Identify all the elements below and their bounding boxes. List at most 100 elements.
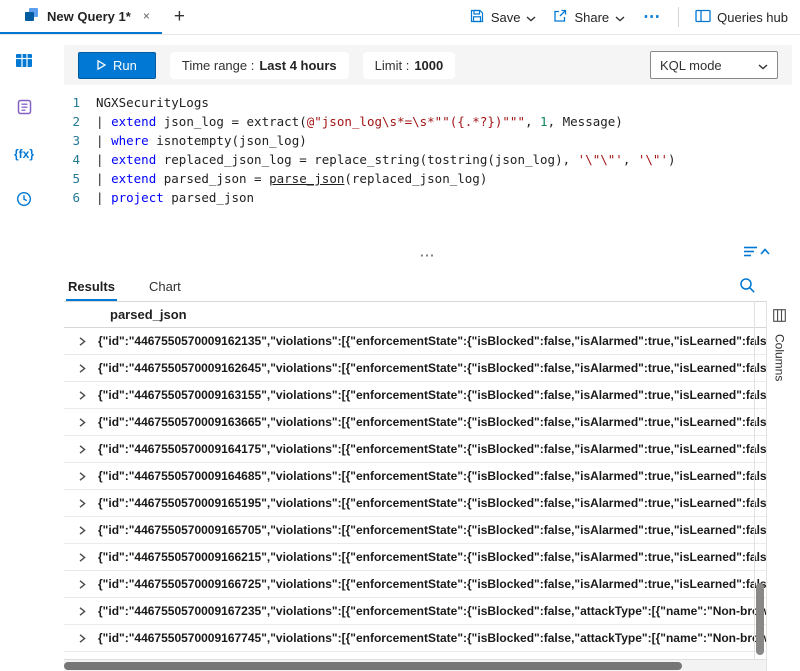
- tab-chart[interactable]: Chart: [147, 273, 183, 301]
- share-button[interactable]: Share: [552, 8, 625, 27]
- queries-hub-label: Queries hub: [717, 10, 788, 25]
- save-icon: [469, 8, 485, 27]
- row-json-text: {"id":"4467550570009166215","violations"…: [98, 550, 766, 564]
- columns-panel-label[interactable]: Columns: [773, 334, 787, 381]
- horizontal-scrollbar[interactable]: [64, 659, 766, 671]
- functions-icon: {fx}: [14, 147, 34, 161]
- code-text: | extend replaced_json_log = replace_str…: [96, 150, 676, 169]
- table-row[interactable]: {"id":"4467550570009165195","violations"…: [64, 490, 766, 517]
- row-json-text: {"id":"4467550570009162645","violations"…: [98, 361, 766, 375]
- expand-row-icon[interactable]: [77, 606, 87, 617]
- table-row[interactable]: {"id":"4467550570009166215","violations"…: [64, 544, 766, 571]
- search-button[interactable]: [739, 277, 756, 301]
- vertical-scrollbar-thumb[interactable]: [756, 583, 764, 655]
- time-range-label: Time range :: [182, 58, 255, 73]
- code-line[interactable]: 6| project parsed_json: [64, 188, 792, 207]
- sidebar-item-queries[interactable]: [10, 97, 38, 119]
- columns-icon: [773, 309, 786, 325]
- sidebar-item-functions[interactable]: {fx}: [10, 143, 38, 165]
- expand-row-icon[interactable]: [77, 363, 87, 374]
- limit-label: Limit :: [375, 58, 410, 73]
- time-range-value: Last 4 hours: [259, 58, 336, 73]
- divider: [678, 7, 679, 27]
- expand-row-icon[interactable]: [77, 498, 87, 509]
- results-tabs: Results Chart: [64, 269, 792, 301]
- splitter-handle[interactable]: ⋯: [420, 251, 437, 261]
- results-body: {"id":"4467550570009162135","violations"…: [64, 328, 766, 659]
- more-button[interactable]: ⋯: [641, 7, 662, 27]
- row-json-text: {"id":"4467550570009164175","violations"…: [98, 442, 766, 456]
- code-line[interactable]: 2| extend json_log = extract(@"json_log\…: [64, 112, 792, 131]
- history-icon: [16, 191, 32, 210]
- line-number: 1: [64, 93, 96, 112]
- column-header-parsed-json[interactable]: parsed_json: [64, 301, 766, 328]
- tables-icon: [15, 53, 33, 71]
- columns-panel-collapsed[interactable]: Columns: [766, 301, 792, 671]
- share-label: Share: [574, 10, 609, 25]
- queries-hub-button[interactable]: Queries hub: [695, 9, 788, 26]
- table-row[interactable]: {"id":"4467550570009162135","violations"…: [64, 328, 766, 355]
- code-line[interactable]: 5| extend parsed_json = parse_json(repla…: [64, 169, 792, 188]
- code-line[interactable]: 3| where isnotempty(json_log): [64, 131, 792, 150]
- table-row[interactable]: {"id":"4467550570009163665","violations"…: [64, 409, 766, 436]
- query-workspace: New Query 1* × + Save Share ⋯: [0, 0, 800, 671]
- queries-hub-icon: [695, 9, 711, 26]
- play-icon: [97, 58, 106, 73]
- table-row[interactable]: {"id":"4467550570009166725","violations"…: [64, 571, 766, 598]
- code-text: NGXSecurityLogs: [96, 93, 209, 112]
- tab-results[interactable]: Results: [66, 273, 117, 301]
- expand-row-icon[interactable]: [77, 525, 87, 536]
- table-row[interactable]: {"id":"4467550570009164175","violations"…: [64, 436, 766, 463]
- row-json-text: {"id":"4467550570009162135","violations"…: [98, 334, 766, 348]
- column-separator: [754, 301, 755, 659]
- tab-title: New Query 1*: [47, 9, 131, 24]
- expand-row-icon[interactable]: [77, 417, 87, 428]
- search-icon: [739, 277, 756, 297]
- results-grid: parsed_json {"id":"4467550570009162135",…: [64, 301, 766, 671]
- sidebar-item-history[interactable]: [10, 189, 38, 211]
- chevron-down-icon: [758, 58, 768, 73]
- save-label: Save: [491, 10, 521, 25]
- expand-row-icon[interactable]: [77, 552, 87, 563]
- line-number: 4: [64, 150, 96, 169]
- row-json-text: {"id":"4467550570009163155","violations"…: [98, 388, 766, 402]
- code-line[interactable]: 4| extend replaced_json_log = replace_st…: [64, 150, 792, 169]
- table-row[interactable]: {"id":"4467550570009162645","violations"…: [64, 355, 766, 382]
- queries-icon: [17, 99, 32, 118]
- main-pane: Run Time range : Last 4 hours Limit : 10…: [48, 35, 800, 671]
- query-tab[interactable]: New Query 1* ×: [0, 0, 162, 34]
- code-text: | project parsed_json: [96, 188, 254, 207]
- line-number: 6: [64, 188, 96, 207]
- limit-value: 1000: [414, 58, 443, 73]
- table-row[interactable]: {"id":"4467550570009164685","violations"…: [64, 463, 766, 490]
- query-editor[interactable]: 1NGXSecurityLogs2| extend json_log = ext…: [64, 93, 792, 243]
- expand-row-icon[interactable]: [77, 336, 87, 347]
- time-range-picker[interactable]: Time range : Last 4 hours: [170, 52, 349, 79]
- expand-row-icon[interactable]: [77, 444, 87, 455]
- expand-row-icon[interactable]: [77, 633, 87, 644]
- row-json-text: {"id":"4467550570009166725","violations"…: [98, 577, 766, 591]
- new-tab-button[interactable]: +: [162, 0, 197, 34]
- run-button[interactable]: Run: [78, 52, 156, 79]
- expand-row-icon[interactable]: [77, 390, 87, 401]
- table-row[interactable]: {"id":"4467550570009167235","violations"…: [64, 598, 766, 625]
- kql-mode-select[interactable]: KQL mode: [650, 51, 778, 79]
- table-row[interactable]: {"id":"4467550570009165705","violations"…: [64, 517, 766, 544]
- collapse-editor-icon[interactable]: [744, 245, 770, 261]
- pane-splitter: ⋯: [64, 243, 792, 269]
- table-row[interactable]: {"id":"4467550570009163155","violations"…: [64, 382, 766, 409]
- line-number: 2: [64, 112, 96, 131]
- chevron-down-icon: [615, 10, 625, 25]
- query-doc-icon: [24, 7, 39, 25]
- limit-picker[interactable]: Limit : 1000: [363, 52, 456, 79]
- run-label: Run: [113, 58, 137, 73]
- table-row[interactable]: {"id":"4467550570009167745","violations"…: [64, 625, 766, 652]
- code-line[interactable]: 1NGXSecurityLogs: [64, 93, 792, 112]
- save-button[interactable]: Save: [469, 8, 537, 27]
- close-tab-icon[interactable]: ×: [143, 9, 150, 23]
- horizontal-scrollbar-thumb[interactable]: [64, 662, 682, 670]
- sidebar-item-tables[interactable]: [10, 51, 38, 73]
- expand-row-icon[interactable]: [77, 471, 87, 482]
- expand-row-icon[interactable]: [77, 579, 87, 590]
- row-json-text: {"id":"4467550570009165195","violations"…: [98, 496, 766, 510]
